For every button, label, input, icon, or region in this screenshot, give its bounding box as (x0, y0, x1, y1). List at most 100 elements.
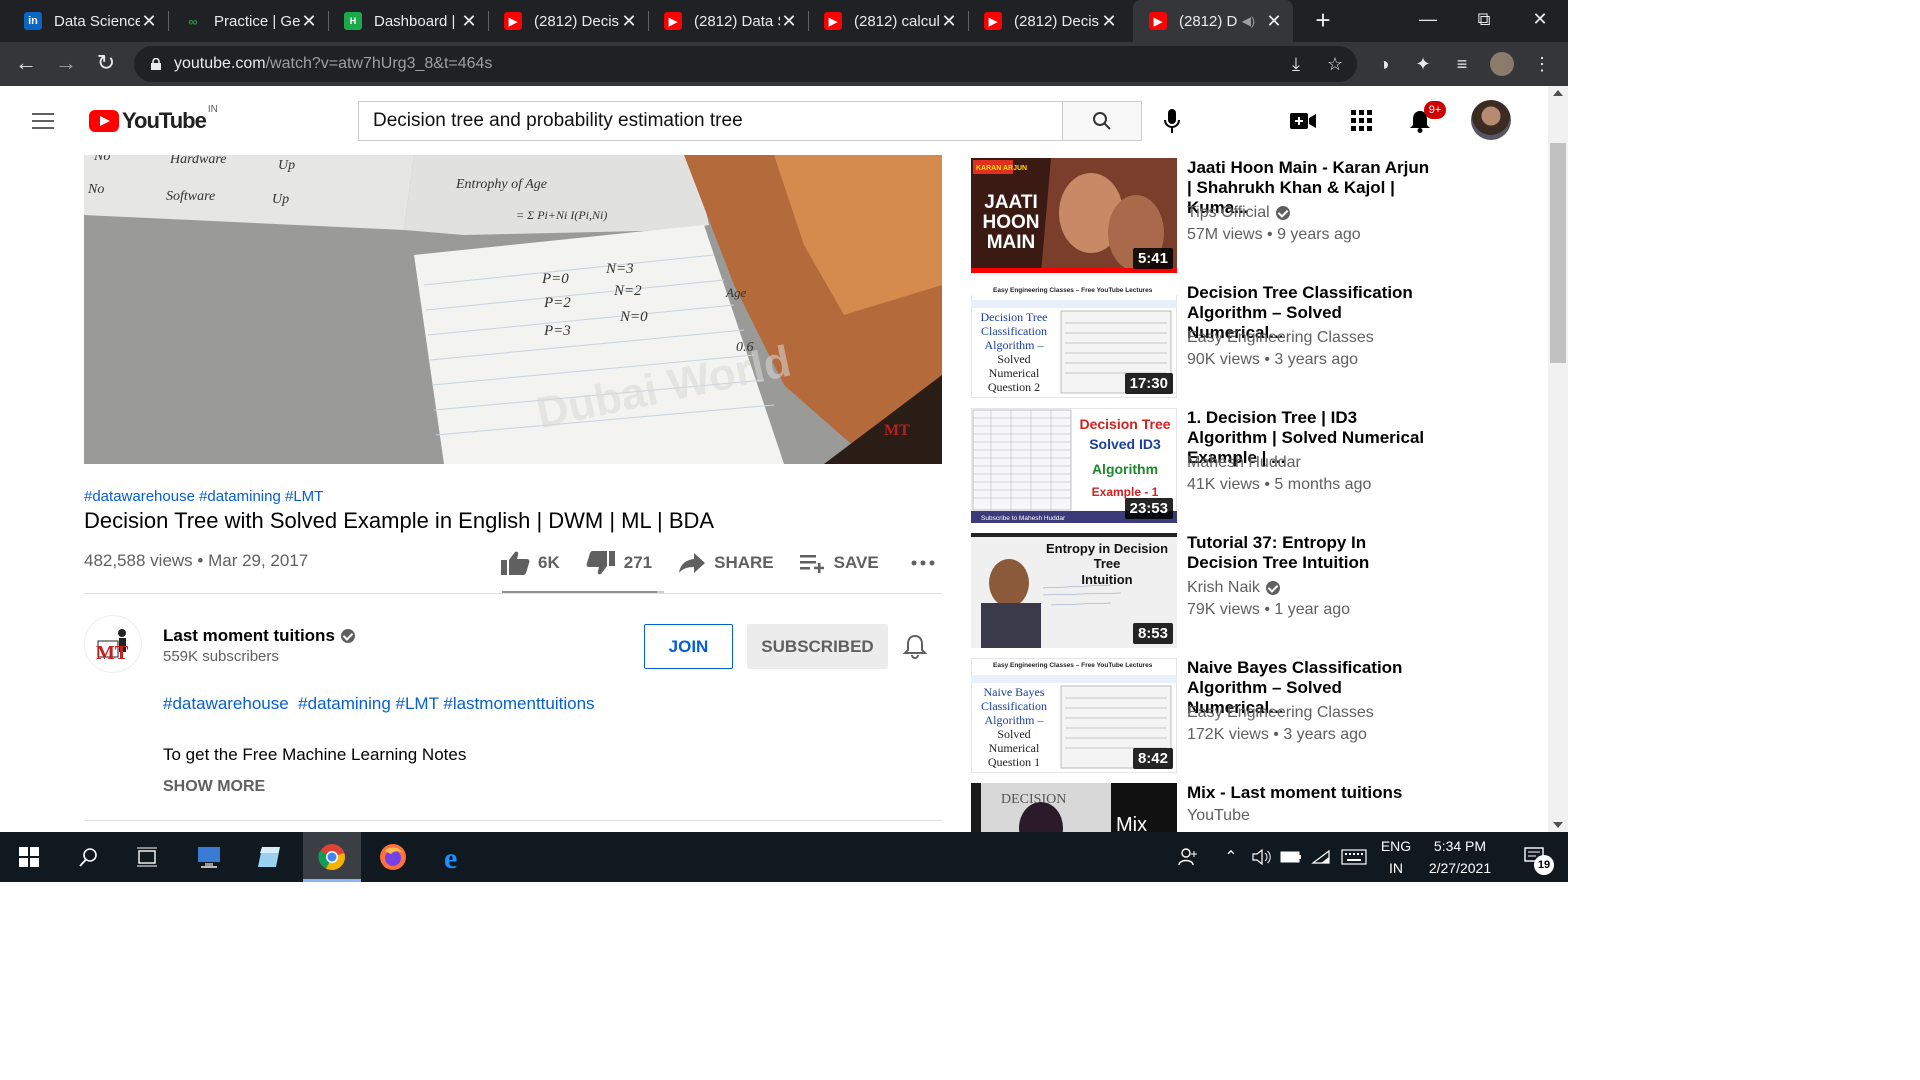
bookmark-star-icon[interactable]: ☆ (1323, 52, 1347, 76)
show-hidden-icons-button[interactable]: ⌃ (1218, 832, 1244, 882)
create-video-icon[interactable] (1290, 108, 1316, 134)
video-thumbnail[interactable]: Easy Engineering Classes – Free YouTube … (971, 658, 1177, 773)
taskbar-search-button[interactable] (60, 832, 118, 882)
back-button[interactable]: ← (10, 48, 42, 80)
volume-icon[interactable] (1248, 832, 1276, 882)
recommendation-channel[interactable]: YouTube (1187, 807, 1250, 825)
channel-name[interactable]: Last moment tuitions (163, 626, 355, 646)
channel-notifications-button[interactable] (902, 633, 931, 661)
browser-tab-active[interactable]: ▶ (2812) D ◀) ✕ (1133, 0, 1293, 42)
extensions-puzzle-icon[interactable]: ✦ (1411, 52, 1435, 76)
search-button[interactable] (1062, 101, 1142, 141)
minimize-button[interactable]: — (1400, 0, 1456, 42)
taskbar-app-chrome[interactable] (303, 832, 361, 882)
video-hashtags[interactable]: #datawarehouse #datamining #LMT (84, 488, 323, 505)
save-button[interactable]: SAVE (799, 553, 879, 573)
close-tab-icon[interactable]: ✕ (780, 11, 798, 32)
forward-button[interactable]: → (50, 48, 82, 80)
address-bar[interactable]: youtube.com/watch?v=atw7hUrg3_8&t=464s (134, 46, 1357, 82)
reload-button[interactable]: ↻ (90, 48, 122, 80)
taskbar-app-firefox[interactable] (364, 832, 422, 882)
recommendation-item[interactable]: Subscribe to Mahesh Huddar Decision Tree… (971, 408, 1531, 523)
action-center-button[interactable]: 19 (1512, 832, 1558, 882)
page-scrollbar[interactable] (1548, 86, 1568, 832)
recommendation-item[interactable]: DECISION Mix Mix - Last moment tuitions … (971, 783, 1531, 832)
video-player[interactable]: No No Hardware Software Up Up Entrophy o… (84, 155, 942, 464)
channel-avatar[interactable]: MT (84, 615, 142, 673)
dislike-count: 271 (623, 553, 653, 572)
start-button[interactable] (0, 832, 58, 882)
recommendation-channel[interactable]: Easy Engineering Classes (1187, 704, 1374, 722)
new-tab-button[interactable]: + (1308, 4, 1338, 38)
video-thumbnail[interactable]: DECISION Mix (971, 783, 1177, 832)
restore-button[interactable]: ⧉ (1456, 0, 1512, 42)
join-button[interactable]: JOIN (644, 624, 733, 669)
voice-search-button[interactable] (1158, 106, 1186, 136)
media-control-icon[interactable]: ≡ (1450, 52, 1474, 76)
more-actions-button[interactable] (911, 560, 943, 566)
close-window-button[interactable]: ✕ (1512, 0, 1568, 42)
video-thumbnail[interactable]: Entropy in Decision Tree Intuition 8:53 (971, 533, 1177, 648)
show-more-button[interactable]: SHOW MORE (163, 778, 265, 796)
recommendation-item[interactable]: Entropy in Decision Tree Intuition 8:53 … (971, 533, 1531, 648)
taskbar-app-computer[interactable] (180, 832, 238, 882)
share-button[interactable]: SHARE (678, 552, 774, 574)
recommendation-item[interactable]: Easy Engineering Classes – Free YouTube … (971, 658, 1531, 773)
browser-tab[interactable]: ▶ (2812) Decisi ✕ (968, 0, 1128, 42)
close-tab-icon[interactable]: ✕ (1100, 11, 1118, 32)
subscribed-button[interactable]: SUBSCRIBED (747, 624, 888, 669)
extension-icon[interactable]: ◑ (1372, 52, 1396, 76)
description-hashtags[interactable]: #datawarehouse #datamining #LMT #lastmom… (163, 694, 595, 714)
video-thumbnail[interactable]: Subscribe to Mahesh Huddar Decision Tree… (971, 408, 1177, 523)
taskbar-app-notepad[interactable] (240, 832, 298, 882)
scroll-down-icon[interactable] (1553, 822, 1563, 828)
thumb-text: Decision Tree (981, 310, 1048, 324)
close-tab-icon[interactable]: ✕ (460, 11, 478, 32)
scrollbar-thumb[interactable] (1550, 143, 1566, 363)
taskbar-app-edge[interactable]: e (426, 832, 484, 882)
browser-tab[interactable]: ∞ Practice | Ge ✕ (168, 0, 328, 42)
search-input[interactable]: Decision tree and probability estimation… (358, 101, 1062, 141)
browser-tab[interactable]: ▶ (2812) Decisi ✕ (488, 0, 648, 42)
browser-tab[interactable]: in Data Science ✕ (8, 0, 168, 42)
close-tab-icon[interactable]: ✕ (620, 11, 638, 32)
chrome-menu-icon[interactable]: ⋮ (1530, 52, 1554, 76)
recommendation-item[interactable]: KARAN ARJUN JAATI HOON MAIN 5:41 Jaati H… (971, 158, 1531, 273)
video-thumbnail[interactable]: KARAN ARJUN JAATI HOON MAIN 5:41 (971, 158, 1177, 273)
close-tab-icon[interactable]: ✕ (140, 11, 158, 32)
browser-tab[interactable]: H Dashboard | ✕ (328, 0, 488, 42)
wifi-icon[interactable] (1308, 832, 1334, 882)
touch-keyboard-icon[interactable] (1338, 832, 1370, 882)
profile-avatar-icon[interactable] (1490, 52, 1514, 76)
task-view-button[interactable] (118, 832, 176, 882)
speaker-icon[interactable]: ◀) (1242, 14, 1255, 28)
apps-grid-icon[interactable] (1349, 108, 1375, 134)
recommendation-title[interactable]: Tutorial 37: Entropy In Decision Tree In… (1187, 533, 1437, 573)
youtube-logo[interactable]: YouTube IN (89, 104, 218, 134)
recommendation-channel[interactable]: Easy Engineering Classes (1187, 329, 1374, 347)
guide-menu-icon[interactable] (32, 113, 54, 129)
account-avatar[interactable] (1471, 100, 1511, 140)
thumb-text: Classification (981, 699, 1047, 713)
recommendation-channel[interactable]: Tips Official (1187, 204, 1290, 222)
browser-tab[interactable]: ▶ (2812) Data S ✕ (648, 0, 808, 42)
dislike-button[interactable]: 271 (586, 550, 652, 576)
close-tab-icon[interactable]: ✕ (300, 11, 318, 32)
video-thumbnail[interactable]: Easy Engineering Classes – Free YouTube … (971, 283, 1177, 398)
scroll-up-icon[interactable] (1553, 90, 1563, 96)
recommendation-item[interactable]: Easy Engineering Classes – Free YouTube … (971, 283, 1531, 398)
frame-cell: No (87, 182, 104, 197)
recommendation-channel[interactable]: Mahesh Huddar (1187, 454, 1301, 472)
recommendation-channel[interactable]: Krish Naik (1187, 579, 1280, 597)
install-app-icon[interactable]: ⤓ (1284, 52, 1308, 76)
browser-tab[interactable]: ▶ (2812) calcul ✕ (808, 0, 968, 42)
clock-button[interactable]: 5:34 PM 2/27/2021 (1420, 832, 1500, 882)
recommendation-title[interactable]: Mix - Last moment tuitions (1187, 783, 1437, 803)
verified-icon (340, 629, 355, 643)
close-tab-icon[interactable]: ✕ (940, 11, 958, 32)
close-tab-icon[interactable]: ✕ (1265, 11, 1283, 32)
input-language-button[interactable]: ENG IN (1374, 832, 1418, 882)
battery-icon[interactable] (1278, 832, 1304, 882)
like-button[interactable]: 6K (500, 550, 560, 576)
people-icon[interactable] (1170, 832, 1206, 882)
